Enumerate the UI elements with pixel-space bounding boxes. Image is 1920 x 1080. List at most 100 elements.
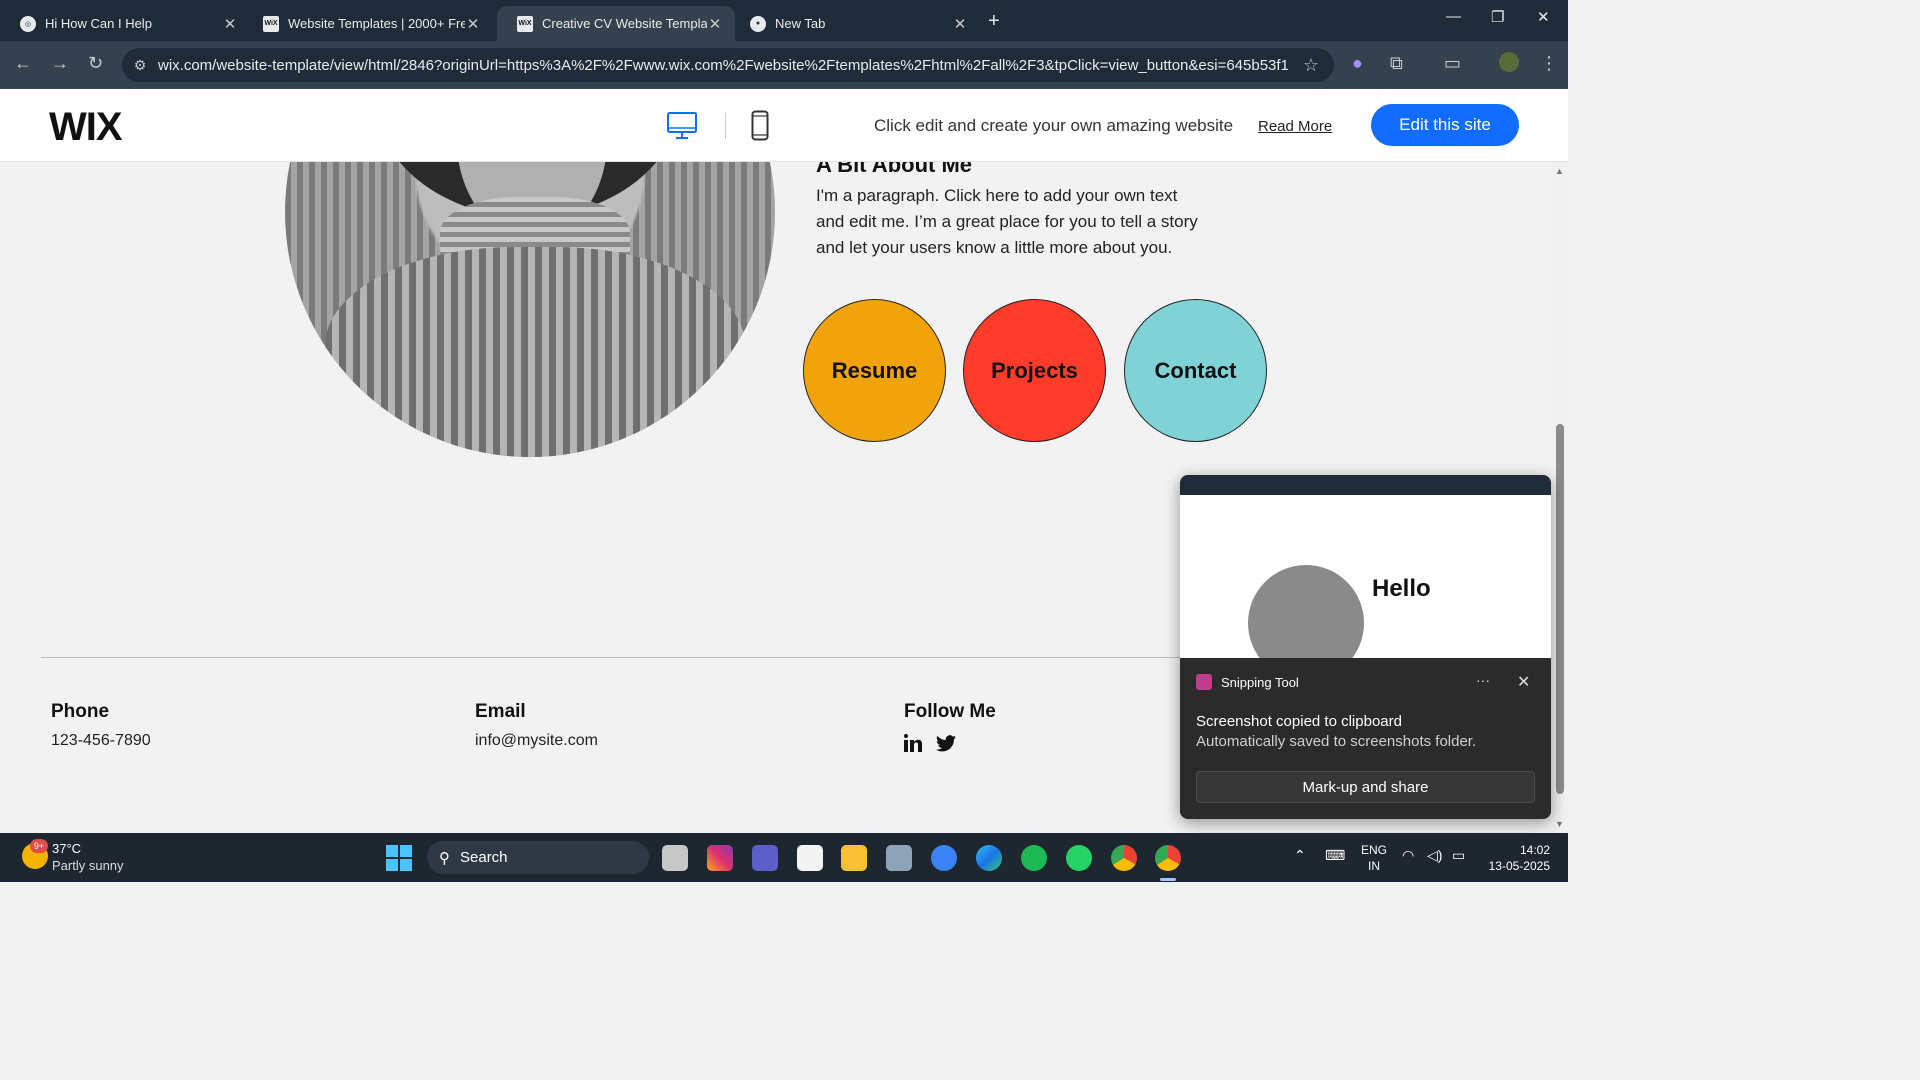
edit-this-site-button[interactable]: Edit this site [1371,104,1519,146]
thumbnail-browser-bar [1180,475,1551,495]
profile-avatar[interactable] [1499,52,1519,72]
chrome-icon: ● [750,15,766,32]
bookmark-star-icon[interactable]: ☆ [1288,55,1334,76]
teams-icon[interactable] [752,845,778,871]
thumbnail-hello: Hello [1372,575,1431,602]
snip-app-name: Snipping Tool [1221,674,1299,690]
phone-value: 123-456-7890 [51,732,151,749]
close-icon[interactable]: ✕ [222,15,238,33]
whatsapp-icon[interactable] [1066,845,1092,871]
site-settings-icon[interactable]: ⚙ [122,57,158,74]
reload-icon[interactable]: ↻ [88,53,103,74]
battery-icon[interactable]: ▭ [1452,847,1465,864]
new-tab-button[interactable]: + [988,10,1000,33]
search-icon: ⚲ [439,849,450,867]
desktop-view-icon[interactable] [666,111,698,141]
email-value[interactable]: info@mysite.com [475,732,598,750]
extension-brain-icon[interactable]: ● [1352,53,1363,74]
read-more-link[interactable]: Read More [1258,118,1332,135]
snipping-tool-notification: Hello Snipping Tool ··· ✕ Screenshot cop… [1180,475,1551,819]
weather-condition[interactable]: Partly sunny [52,858,124,873]
search-label: Search [460,849,508,866]
projects-button[interactable]: Projects [963,299,1106,442]
divider [725,113,726,139]
start-icon-tile [386,859,398,871]
edge-icon[interactable] [976,845,1002,871]
screenshot-thumbnail[interactable]: Hello [1180,475,1551,658]
tab-hi-how-can-i-help[interactable]: ◎ Hi How Can I Help ✕ [0,6,250,41]
taskbar-search[interactable]: ⚲ Search [427,841,649,874]
start-button[interactable] [386,845,412,871]
page-scrollbar[interactable]: ▲ ▼ [1552,162,1568,833]
scroll-down-icon[interactable]: ▼ [1555,819,1564,829]
scroll-up-icon[interactable]: ▲ [1555,166,1564,176]
instagram-icon[interactable] [707,845,733,871]
wix-logo[interactable]: WIX [49,105,123,150]
email-label: Email [475,701,526,722]
wix-favicon-icon: WiX [517,15,533,32]
linkedin-icon[interactable] [904,734,922,752]
markup-and-share-button[interactable]: Mark-up and share [1196,771,1535,803]
scrollbar-thumb[interactable] [1556,424,1564,794]
file-explorer-icon[interactable] [841,845,867,871]
extensions-icon[interactable]: ⧉ [1390,53,1403,74]
window-close-icon[interactable]: ✕ [1537,8,1550,26]
address-bar[interactable]: ⚙ wix.com/website-template/view/html/284… [122,48,1334,82]
url-text[interactable]: wix.com/website-template/view/html/2846?… [158,57,1288,74]
twitter-icon[interactable] [936,734,956,752]
chrome-profile-icon[interactable] [1155,845,1181,871]
active-app-indicator [1160,878,1176,881]
minimize-icon[interactable]: — [1446,8,1461,25]
contact-button[interactable]: Contact [1124,299,1267,442]
about-paragraph: I'm a paragraph. Click here to add your … [816,186,1198,257]
start-icon-tile [400,845,412,857]
volume-icon[interactable]: ◁) [1427,847,1442,864]
profile-photo [285,162,775,457]
resume-button[interactable]: Resume [803,299,946,442]
time: 14:02 [1519,843,1550,857]
show-hidden-icons-icon[interactable]: ⌃ [1294,847,1306,864]
snip-detail: Automatically saved to screenshots folde… [1196,733,1477,750]
tab-search-icon[interactable]: ▭ [1444,53,1461,74]
mobile-view-icon[interactable] [751,110,769,141]
wix-message: Click edit and create your own amazing w… [874,116,1234,135]
back-icon[interactable]: ← [14,53,32,74]
weather-badge: 9+ [30,839,48,853]
tab-website-templates[interactable]: WiX Website Templates | 2000+ Free ✕ [243,6,493,41]
tab-creative-cv[interactable]: WiX Creative CV Website Template | ✕ [497,6,735,41]
temperature[interactable]: 37°C [52,841,81,856]
date: 13-05-2025 [1488,859,1550,873]
tab-new-tab[interactable]: ● New Tab ✕ [730,6,980,41]
phone-label: Phone [51,701,110,722]
snipping-tool-icon [1196,674,1212,690]
snip-app-row: Snipping Tool [1196,674,1299,690]
follow-label: Follow Me [904,701,996,722]
more-options-icon[interactable]: ··· [1476,672,1490,688]
menu-icon[interactable]: ⋮ [1540,53,1558,74]
start-icon-tile [400,859,412,871]
task-view-icon[interactable] [662,845,688,871]
close-icon[interactable]: ✕ [707,15,723,33]
clock[interactable]: 14:02 13-05-2025 [1484,842,1550,874]
store-icon[interactable] [797,845,823,871]
photo-sweater [325,247,745,457]
about-title: A Bit About Me [816,162,973,177]
forward-icon[interactable]: → [51,53,69,74]
camera-icon[interactable] [886,845,912,871]
close-icon[interactable]: ✕ [465,15,481,33]
keyboard-icon[interactable]: ⌨ [1325,847,1345,864]
spotify-icon[interactable] [1021,845,1047,871]
sync-app-icon[interactable] [931,845,957,871]
snip-message: Screenshot copied to clipboard [1196,713,1402,730]
tab-title: New Tab [775,16,826,31]
browser-toolbar: ← → ↻ ⚙ wix.com/website-template/view/ht… [0,41,1568,89]
tab-title: Hi How Can I Help [45,16,152,31]
wifi-icon[interactable]: ◠ [1402,847,1414,864]
restore-icon[interactable]: ❐ [1491,8,1504,26]
close-icon[interactable]: ✕ [952,15,968,33]
wix-favicon-icon: WiX [263,15,279,32]
close-icon[interactable]: ✕ [1517,672,1530,692]
windows-taskbar: 9+ 37°C Partly sunny ⚲ Search ⌃ ⌨ ENG IN… [0,833,1568,882]
chrome-icon[interactable] [1111,845,1137,871]
language-indicator[interactable]: ENG IN [1361,842,1387,874]
